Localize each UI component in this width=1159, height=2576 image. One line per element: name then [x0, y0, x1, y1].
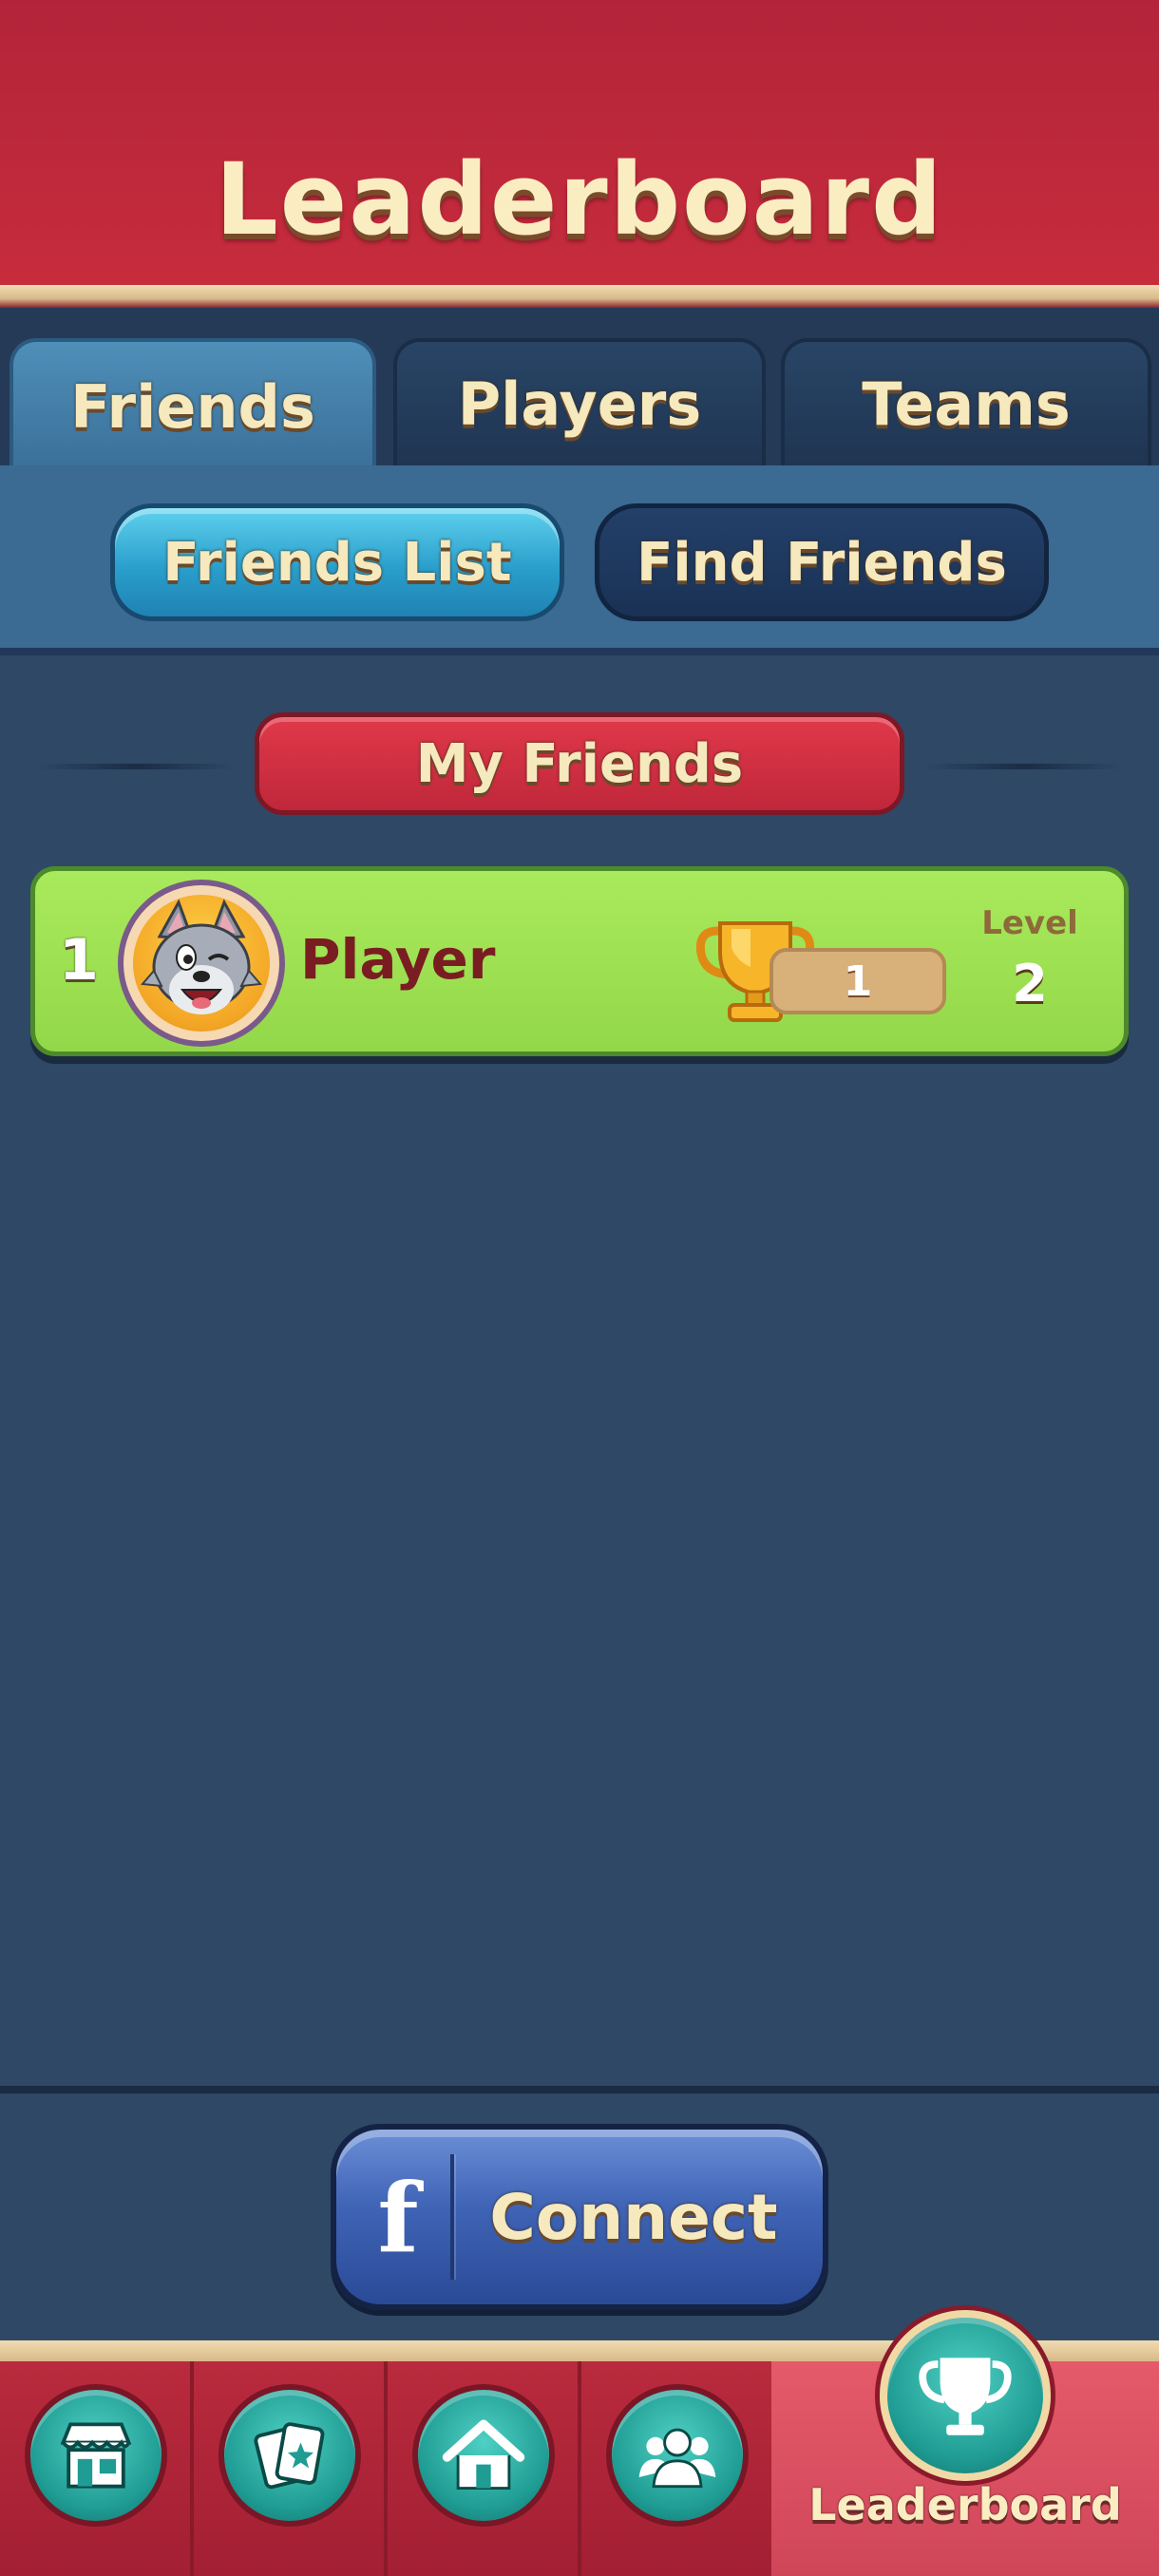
- level-label: Level: [981, 904, 1078, 942]
- friends-group-icon: [606, 2384, 749, 2527]
- nav-home[interactable]: [388, 2361, 581, 2576]
- trophy-count: 1: [770, 948, 946, 1014]
- cards-icon: [218, 2384, 361, 2527]
- shop-icon: [25, 2384, 167, 2527]
- nav-friends[interactable]: [581, 2361, 775, 2576]
- section-divider-left: [36, 764, 236, 769]
- section-title: My Friends: [255, 712, 904, 815]
- friend-rank: 1: [59, 927, 99, 994]
- footer-divider: [0, 2086, 1159, 2093]
- nav-shop[interactable]: [0, 2361, 194, 2576]
- friends-list-button[interactable]: Friends List: [110, 503, 564, 621]
- find-friends-button[interactable]: Find Friends: [595, 503, 1049, 621]
- facebook-icon: f: [377, 2162, 419, 2274]
- trophy-icon[interactable]: [880, 2310, 1051, 2481]
- tab-friends[interactable]: Friends: [10, 338, 376, 471]
- nav-cards[interactable]: [194, 2361, 388, 2576]
- page-title: Leaderboard: [215, 142, 944, 257]
- level-value: 2: [1012, 954, 1048, 1013]
- tab-teams[interactable]: Teams: [781, 338, 1151, 465]
- tab-players[interactable]: Players: [393, 338, 766, 465]
- section-divider-right: [923, 764, 1123, 769]
- header-divider: [0, 285, 1159, 308]
- nav-leaderboard-label: Leaderboard: [808, 2479, 1122, 2530]
- wolf-avatar-icon[interactable]: [118, 880, 285, 1047]
- connect-label: Connect: [489, 2181, 778, 2254]
- friend-name: Player: [300, 927, 496, 992]
- home-icon: [412, 2384, 555, 2527]
- connect-separator: [450, 2154, 454, 2280]
